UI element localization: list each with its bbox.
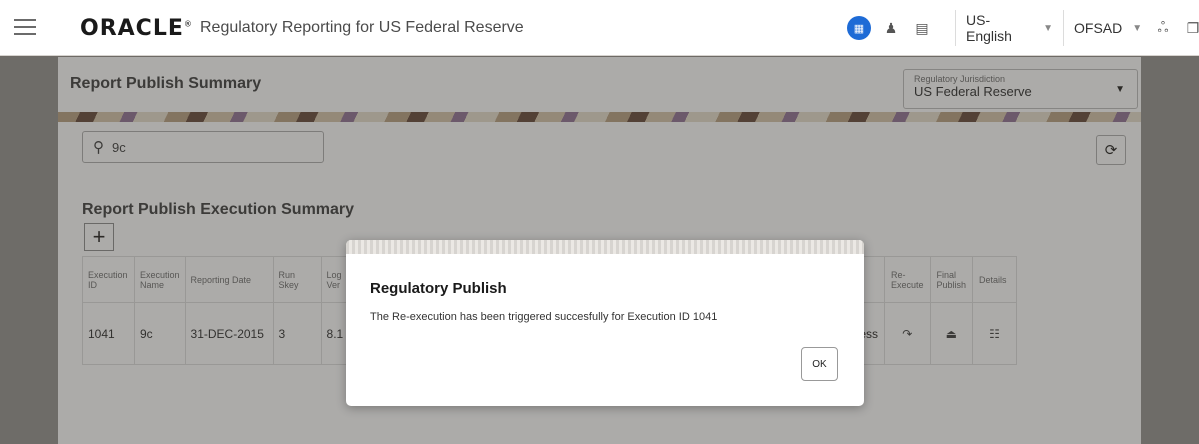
copy-icon[interactable]: ❐ [1181, 16, 1199, 40]
oracle-logo: ORACLE® [80, 16, 193, 41]
chevron-down-icon: ▼ [1132, 22, 1143, 34]
hamburger-menu-icon[interactable] [14, 19, 36, 37]
user-menu[interactable]: OFSAD ▼ [1063, 10, 1142, 46]
dialog-message: The Re-execution has been triggered succ… [370, 311, 718, 323]
regulatory-publish-dialog: Regulatory Publish The Re-execution has … [346, 240, 864, 406]
document-icon[interactable]: ▤ [910, 16, 934, 40]
dialog-title: Regulatory Publish [370, 280, 507, 297]
people-icon[interactable]: ஃ [1151, 16, 1175, 40]
dialog-header-texture [346, 240, 864, 254]
apps-grid-icon[interactable]: ▦ [847, 16, 871, 40]
language-select[interactable]: US-English ▼ [955, 10, 1053, 46]
app-title: Regulatory Reporting for US Federal Rese… [200, 19, 524, 36]
top-bar: ORACLE® Regulatory Reporting for US Fede… [0, 0, 1199, 56]
user-admin-icon[interactable]: ♟ [879, 16, 903, 40]
ok-button[interactable]: OK [801, 347, 838, 381]
chevron-down-icon: ▼ [1043, 22, 1053, 34]
